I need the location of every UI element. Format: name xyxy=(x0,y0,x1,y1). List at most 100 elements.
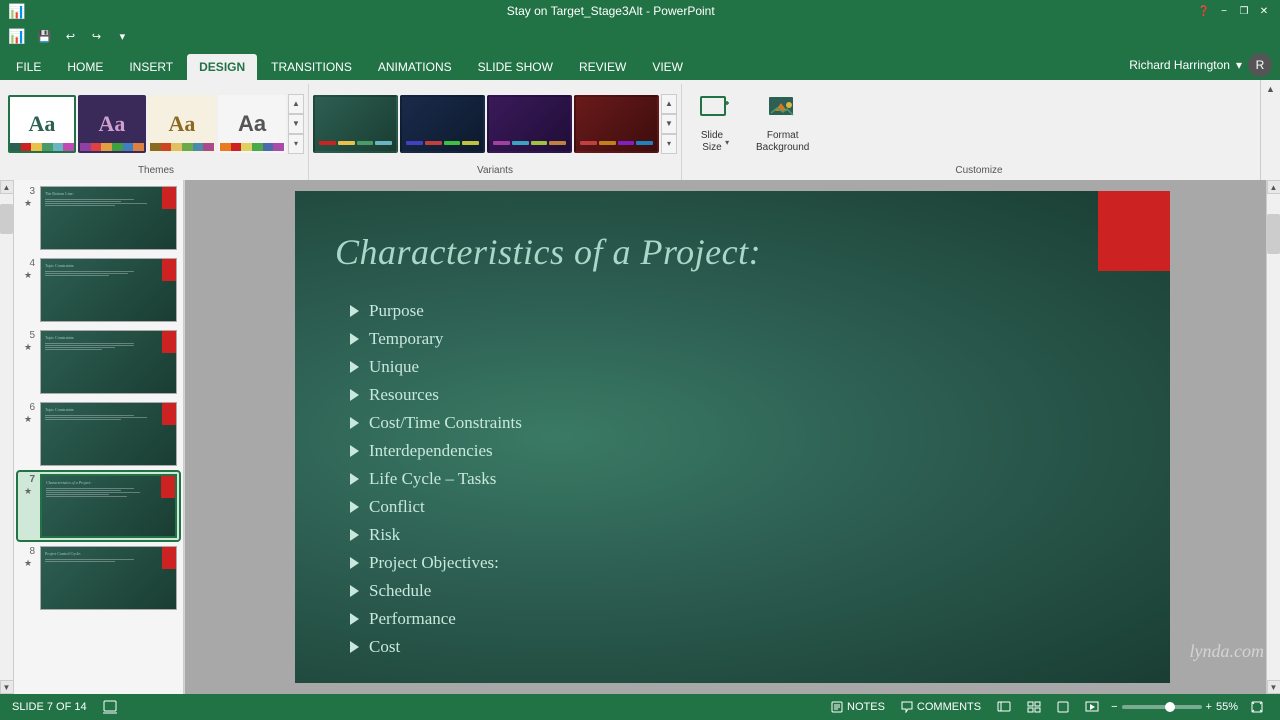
window-title: Stay on Target_Stage3Alt - PowerPoint xyxy=(25,4,1196,18)
slide-thumb-5[interactable]: Topic Constraints: xyxy=(40,330,177,394)
bullet-arrow-8 xyxy=(350,501,359,513)
bullet-resources: Resources xyxy=(350,385,522,405)
collapse-ribbon-button[interactable]: ▲ xyxy=(1260,80,1280,180)
avatar[interactable]: R xyxy=(1248,53,1272,77)
slide-info: SLIDE 7 OF 14 xyxy=(12,701,87,713)
tab-transitions[interactable]: TRANSITIONS xyxy=(259,54,364,80)
slide-item-6[interactable]: 6 ★ Topic Constraints: xyxy=(18,400,179,468)
tab-view[interactable]: VIEW xyxy=(640,54,695,80)
slide-scroll-up[interactable]: ▲ xyxy=(0,180,14,194)
bullet-text-lifecycle: Life Cycle – Tasks xyxy=(369,469,496,489)
status-right: NOTES COMMENTS − + 55% xyxy=(827,699,1268,715)
variants-content: ▲ ▼ ▾ xyxy=(313,84,677,163)
slide-thumb-7[interactable]: Characteristics of a Project: xyxy=(40,474,177,538)
tab-home[interactable]: HOME xyxy=(55,54,115,80)
tab-file[interactable]: FILE xyxy=(4,54,53,80)
tab-animations[interactable]: ANIMATIONS xyxy=(366,54,464,80)
slide-size-button[interactable]: SlideSize ▾ xyxy=(690,89,740,158)
bullet-text-cost: Cost xyxy=(369,637,400,657)
slide-star-5: ★ xyxy=(24,342,32,353)
theme-2[interactable]: Aa xyxy=(78,95,146,153)
bullet-interdependencies: Interdependencies xyxy=(350,441,522,461)
help-icon[interactable]: ❓ xyxy=(1196,3,1212,19)
slide-panel: 3 ★ The Bottom Line: xyxy=(14,180,184,694)
variant-1[interactable] xyxy=(313,95,398,153)
bullet-arrow-11 xyxy=(350,585,359,597)
tab-slideshow[interactable]: SLIDE SHOW xyxy=(466,54,565,80)
slide-scroll-down[interactable]: ▼ xyxy=(0,680,14,694)
close-button[interactable]: ✕ xyxy=(1256,3,1272,19)
main-slide[interactable]: Characteristics of a Project: Purpose Te… xyxy=(295,191,1170,683)
fit-slide-button[interactable] xyxy=(1246,699,1268,715)
tab-review[interactable]: REVIEW xyxy=(567,54,638,80)
slideshow-button[interactable] xyxy=(1081,699,1103,715)
tab-insert[interactable]: INSERT xyxy=(117,54,185,80)
undo-button[interactable]: ↩ xyxy=(59,25,81,47)
format-background-icon xyxy=(767,93,799,127)
minimize-button[interactable]: − xyxy=(1216,3,1232,19)
variant-3[interactable] xyxy=(487,95,572,153)
redo-button[interactable]: ↪ xyxy=(85,25,107,47)
theme-1[interactable]: Aa xyxy=(8,95,76,153)
variants-scroll-up[interactable]: ▲ xyxy=(661,94,677,114)
format-background-button[interactable]: FormatBackground xyxy=(748,89,817,158)
theme-3[interactable]: Aa xyxy=(148,95,216,153)
variant-4[interactable] xyxy=(574,95,659,153)
customize-content: SlideSize ▾ FormatBackground xyxy=(690,84,1268,163)
themes-scroll-up[interactable]: ▲ xyxy=(288,94,304,114)
slide-thumb-8[interactable]: Project Control Cycle: xyxy=(40,546,177,610)
slide-number-3: 3 xyxy=(21,186,35,197)
slide-item-8[interactable]: 8 ★ Project Control Cycle: xyxy=(18,544,179,612)
theme-4[interactable]: Aa xyxy=(218,95,286,153)
slide-thumb-3[interactable]: The Bottom Line: xyxy=(40,186,177,250)
account-chevron[interactable]: ▾ xyxy=(1236,58,1242,72)
slide-scroll-thumb[interactable] xyxy=(0,204,13,234)
bullet-text-unique: Unique xyxy=(369,357,419,377)
normal-view-button[interactable] xyxy=(993,699,1015,715)
slide-view-icon[interactable] xyxy=(103,700,117,714)
slide-sorter-button[interactable] xyxy=(1023,699,1045,715)
slide-item-7[interactable]: 7 ★ Characteristics of a Project: xyxy=(18,472,179,540)
variants-scroll-down[interactable]: ▼ xyxy=(661,114,677,134)
bullet-arrow-2 xyxy=(350,333,359,345)
canvas-scroll-down[interactable]: ▼ xyxy=(1267,680,1280,694)
bullet-arrow-5 xyxy=(350,417,359,429)
canvas-scroll-up[interactable]: ▲ xyxy=(1267,180,1280,194)
save-button[interactable]: 💾 xyxy=(33,25,55,47)
zoom-in-button[interactable]: + xyxy=(1206,701,1212,713)
reading-view-button[interactable] xyxy=(1053,699,1073,715)
bullet-arrow-6 xyxy=(350,445,359,457)
bullet-arrow-12 xyxy=(350,613,359,625)
slide-number-5: 5 xyxy=(21,330,35,341)
slide-item-3[interactable]: 3 ★ The Bottom Line: xyxy=(18,184,179,252)
customize-quick-access-button[interactable]: ▾ xyxy=(111,25,133,47)
powerpoint-icon: 📊 xyxy=(8,28,25,45)
variant-2[interactable] xyxy=(400,95,485,153)
restore-button[interactable]: ❐ xyxy=(1236,3,1252,19)
themes-scroll: ▲ ▼ ▾ xyxy=(288,90,304,158)
slide-thumb-4[interactable]: Topic Constraints: xyxy=(40,258,177,322)
bullet-text-cost-time: Cost/Time Constraints xyxy=(369,413,522,433)
slide-content: Purpose Temporary Unique Resources Cost/… xyxy=(350,301,522,657)
tab-design[interactable]: DESIGN xyxy=(187,54,257,80)
notes-button[interactable]: NOTES xyxy=(827,699,889,715)
bullet-text-interdependencies: Interdependencies xyxy=(369,441,493,461)
variants-section: ▲ ▼ ▾ Variants xyxy=(309,84,682,180)
bullet-cost-time: Cost/Time Constraints xyxy=(350,413,522,433)
bullet-text-temporary: Temporary xyxy=(369,329,443,349)
slide-panel-scroll: ▲ ▼ xyxy=(0,180,14,694)
zoom-slider[interactable] xyxy=(1122,705,1202,709)
zoom-thumb[interactable] xyxy=(1165,702,1175,712)
themes-scroll-down[interactable]: ▼ xyxy=(288,114,304,134)
variants-scroll-more[interactable]: ▾ xyxy=(661,134,677,154)
slide-item-5[interactable]: 5 ★ Topic Constraints: xyxy=(18,328,179,396)
slide-thumb-6[interactable]: Topic Constraints: xyxy=(40,402,177,466)
zoom-out-button[interactable]: − xyxy=(1111,701,1117,713)
bullet-unique: Unique xyxy=(350,357,522,377)
bullet-arrow-4 xyxy=(350,389,359,401)
slide-item-4[interactable]: 4 ★ Topic Constraints: xyxy=(18,256,179,324)
themes-scroll-more[interactable]: ▾ xyxy=(288,134,304,154)
zoom-area: − + 55% xyxy=(1111,701,1238,713)
canvas-scroll-thumb[interactable] xyxy=(1267,214,1280,254)
comments-button[interactable]: COMMENTS xyxy=(897,699,985,715)
